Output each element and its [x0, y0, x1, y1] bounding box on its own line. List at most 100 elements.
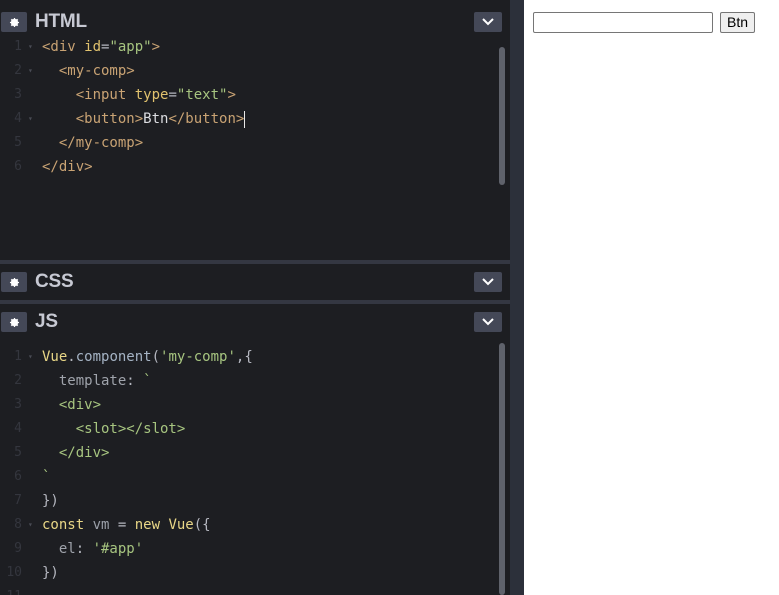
- code-line[interactable]: 8 ▾ const vm = new Vue({: [0, 513, 495, 537]
- code-text: }): [42, 489, 59, 513]
- line-number: 2: [14, 63, 22, 78]
- code-line[interactable]: 2 ▾ <my-comp>: [0, 59, 495, 83]
- line-number: 7: [14, 493, 22, 508]
- chevron-down-icon: [482, 278, 494, 286]
- html-code-editor[interactable]: 1 ▾ <div id="app"> 2 ▾ <my-comp> 3 <input typ…: [0, 40, 510, 260]
- js-scrollbar[interactable]: [499, 343, 505, 595]
- line-number: 5: [14, 135, 22, 150]
- code-token: }): [42, 565, 59, 581]
- code-token: }): [42, 493, 59, 509]
- code-token: </button>: [168, 111, 245, 127]
- code-line[interactable]: 11: [0, 585, 495, 595]
- code-token: >: [227, 87, 236, 103]
- code-token: id: [84, 40, 102, 55]
- code-line[interactable]: 2 template: `: [0, 369, 495, 393]
- html-panel-title: HTML: [35, 11, 87, 32]
- line-number: 9: [14, 541, 22, 556]
- css-panel-title: CSS: [35, 271, 74, 292]
- code-token: <input: [75, 87, 135, 103]
- fold-arrow-icon[interactable]: ▾: [28, 345, 33, 369]
- code-token: Vue: [168, 517, 194, 533]
- code-token: <div: [42, 40, 85, 55]
- code-line[interactable]: 3 <div>: [0, 393, 495, 417]
- code-token: 'my-comp': [160, 349, 236, 365]
- code-line[interactable]: 4 <slot></slot>: [0, 417, 495, 441]
- html-scrollbar[interactable]: [499, 47, 505, 185]
- code-line[interactable]: 3 <input type="text">: [0, 83, 495, 107]
- line-number: 2: [14, 373, 22, 388]
- code-text: <slot></slot>: [42, 417, 186, 441]
- editor-column: HTML 1 ▾ <div id="app"> 2 ▾ <my-comp> 3 <inpu…: [0, 0, 510, 595]
- html-panel-header: HTML: [0, 4, 510, 40]
- code-token: Vue: [42, 349, 68, 365]
- code-token: <my-comp>: [58, 63, 135, 79]
- gear-icon: [9, 17, 19, 27]
- js-panel-title: JS: [35, 311, 58, 332]
- code-line[interactable]: 6 `: [0, 465, 495, 489]
- code-text: const vm = new Vue({: [42, 513, 211, 537]
- fold-arrow-icon[interactable]: ▾: [28, 513, 33, 537]
- code-token: template: [58, 373, 127, 389]
- css-settings-button[interactable]: [1, 272, 27, 292]
- code-line[interactable]: 5 </my-comp>: [0, 131, 495, 155]
- gear-icon: [9, 317, 19, 327]
- code-text: <div id="app">: [42, 40, 160, 59]
- code-text: </div>: [42, 155, 93, 179]
- code-line[interactable]: 4 ▾ <button>Btn</button>: [0, 107, 495, 131]
- code-line[interactable]: 7}): [0, 489, 495, 513]
- code-line[interactable]: 6 </div>: [0, 155, 495, 179]
- code-token: `: [143, 373, 152, 389]
- code-token: "text": [176, 87, 228, 103]
- code-token: ,{: [235, 349, 253, 365]
- code-token: </div>: [58, 445, 110, 461]
- html-collapse-button[interactable]: [474, 12, 502, 32]
- code-text: <my-comp>: [42, 59, 135, 83]
- code-line[interactable]: 10}): [0, 561, 495, 585]
- code-text: }): [42, 561, 59, 585]
- code-token: `: [42, 469, 51, 485]
- fold-arrow-icon[interactable]: ▾: [28, 107, 33, 131]
- code-text: <div>: [42, 393, 101, 417]
- fold-arrow-icon[interactable]: ▾: [28, 59, 33, 83]
- code-token: new: [134, 517, 169, 533]
- js-code-editor[interactable]: 1 ▾ Vue.component('my-comp',{2 template: `…: [0, 345, 510, 595]
- code-token: "app": [109, 40, 152, 55]
- preview-text-input[interactable]: [533, 12, 713, 33]
- css-collapse-button[interactable]: [474, 272, 502, 292]
- code-token: </my-comp>: [58, 135, 144, 151]
- line-number: 4: [14, 111, 22, 126]
- code-token: :: [75, 541, 93, 557]
- preview-btn[interactable]: Btn: [720, 12, 756, 33]
- code-text: template: `: [42, 369, 152, 393]
- code-token: :: [126, 373, 144, 389]
- code-text: </my-comp>: [42, 131, 143, 155]
- fold-arrow-icon[interactable]: ▾: [28, 40, 33, 59]
- code-line[interactable]: 1 ▾ Vue.component('my-comp',{: [0, 345, 495, 369]
- css-panel-header: CSS: [0, 264, 510, 300]
- code-text: el: '#app': [42, 537, 143, 561]
- js-collapse-button[interactable]: [474, 312, 502, 332]
- code-token: '#app': [92, 541, 144, 557]
- js-settings-button[interactable]: [1, 312, 27, 332]
- code-line[interactable]: 5 </div>: [0, 441, 495, 465]
- code-token: ({: [193, 517, 211, 533]
- code-text: <input type="text">: [42, 83, 236, 107]
- line-number: 1: [14, 349, 22, 364]
- code-token: .: [67, 349, 76, 365]
- js-panel-header: JS: [0, 304, 510, 340]
- code-token: <div>: [58, 397, 102, 413]
- code-line[interactable]: 9 el: '#app': [0, 537, 495, 561]
- line-number: 6: [14, 159, 22, 174]
- code-token: const: [42, 517, 93, 533]
- code-line[interactable]: 1 ▾ <div id="app">: [0, 40, 495, 59]
- html-settings-button[interactable]: [1, 12, 27, 32]
- chevron-down-icon: [482, 318, 494, 326]
- code-token: vm: [92, 517, 118, 533]
- resize-gutter[interactable]: [510, 0, 524, 595]
